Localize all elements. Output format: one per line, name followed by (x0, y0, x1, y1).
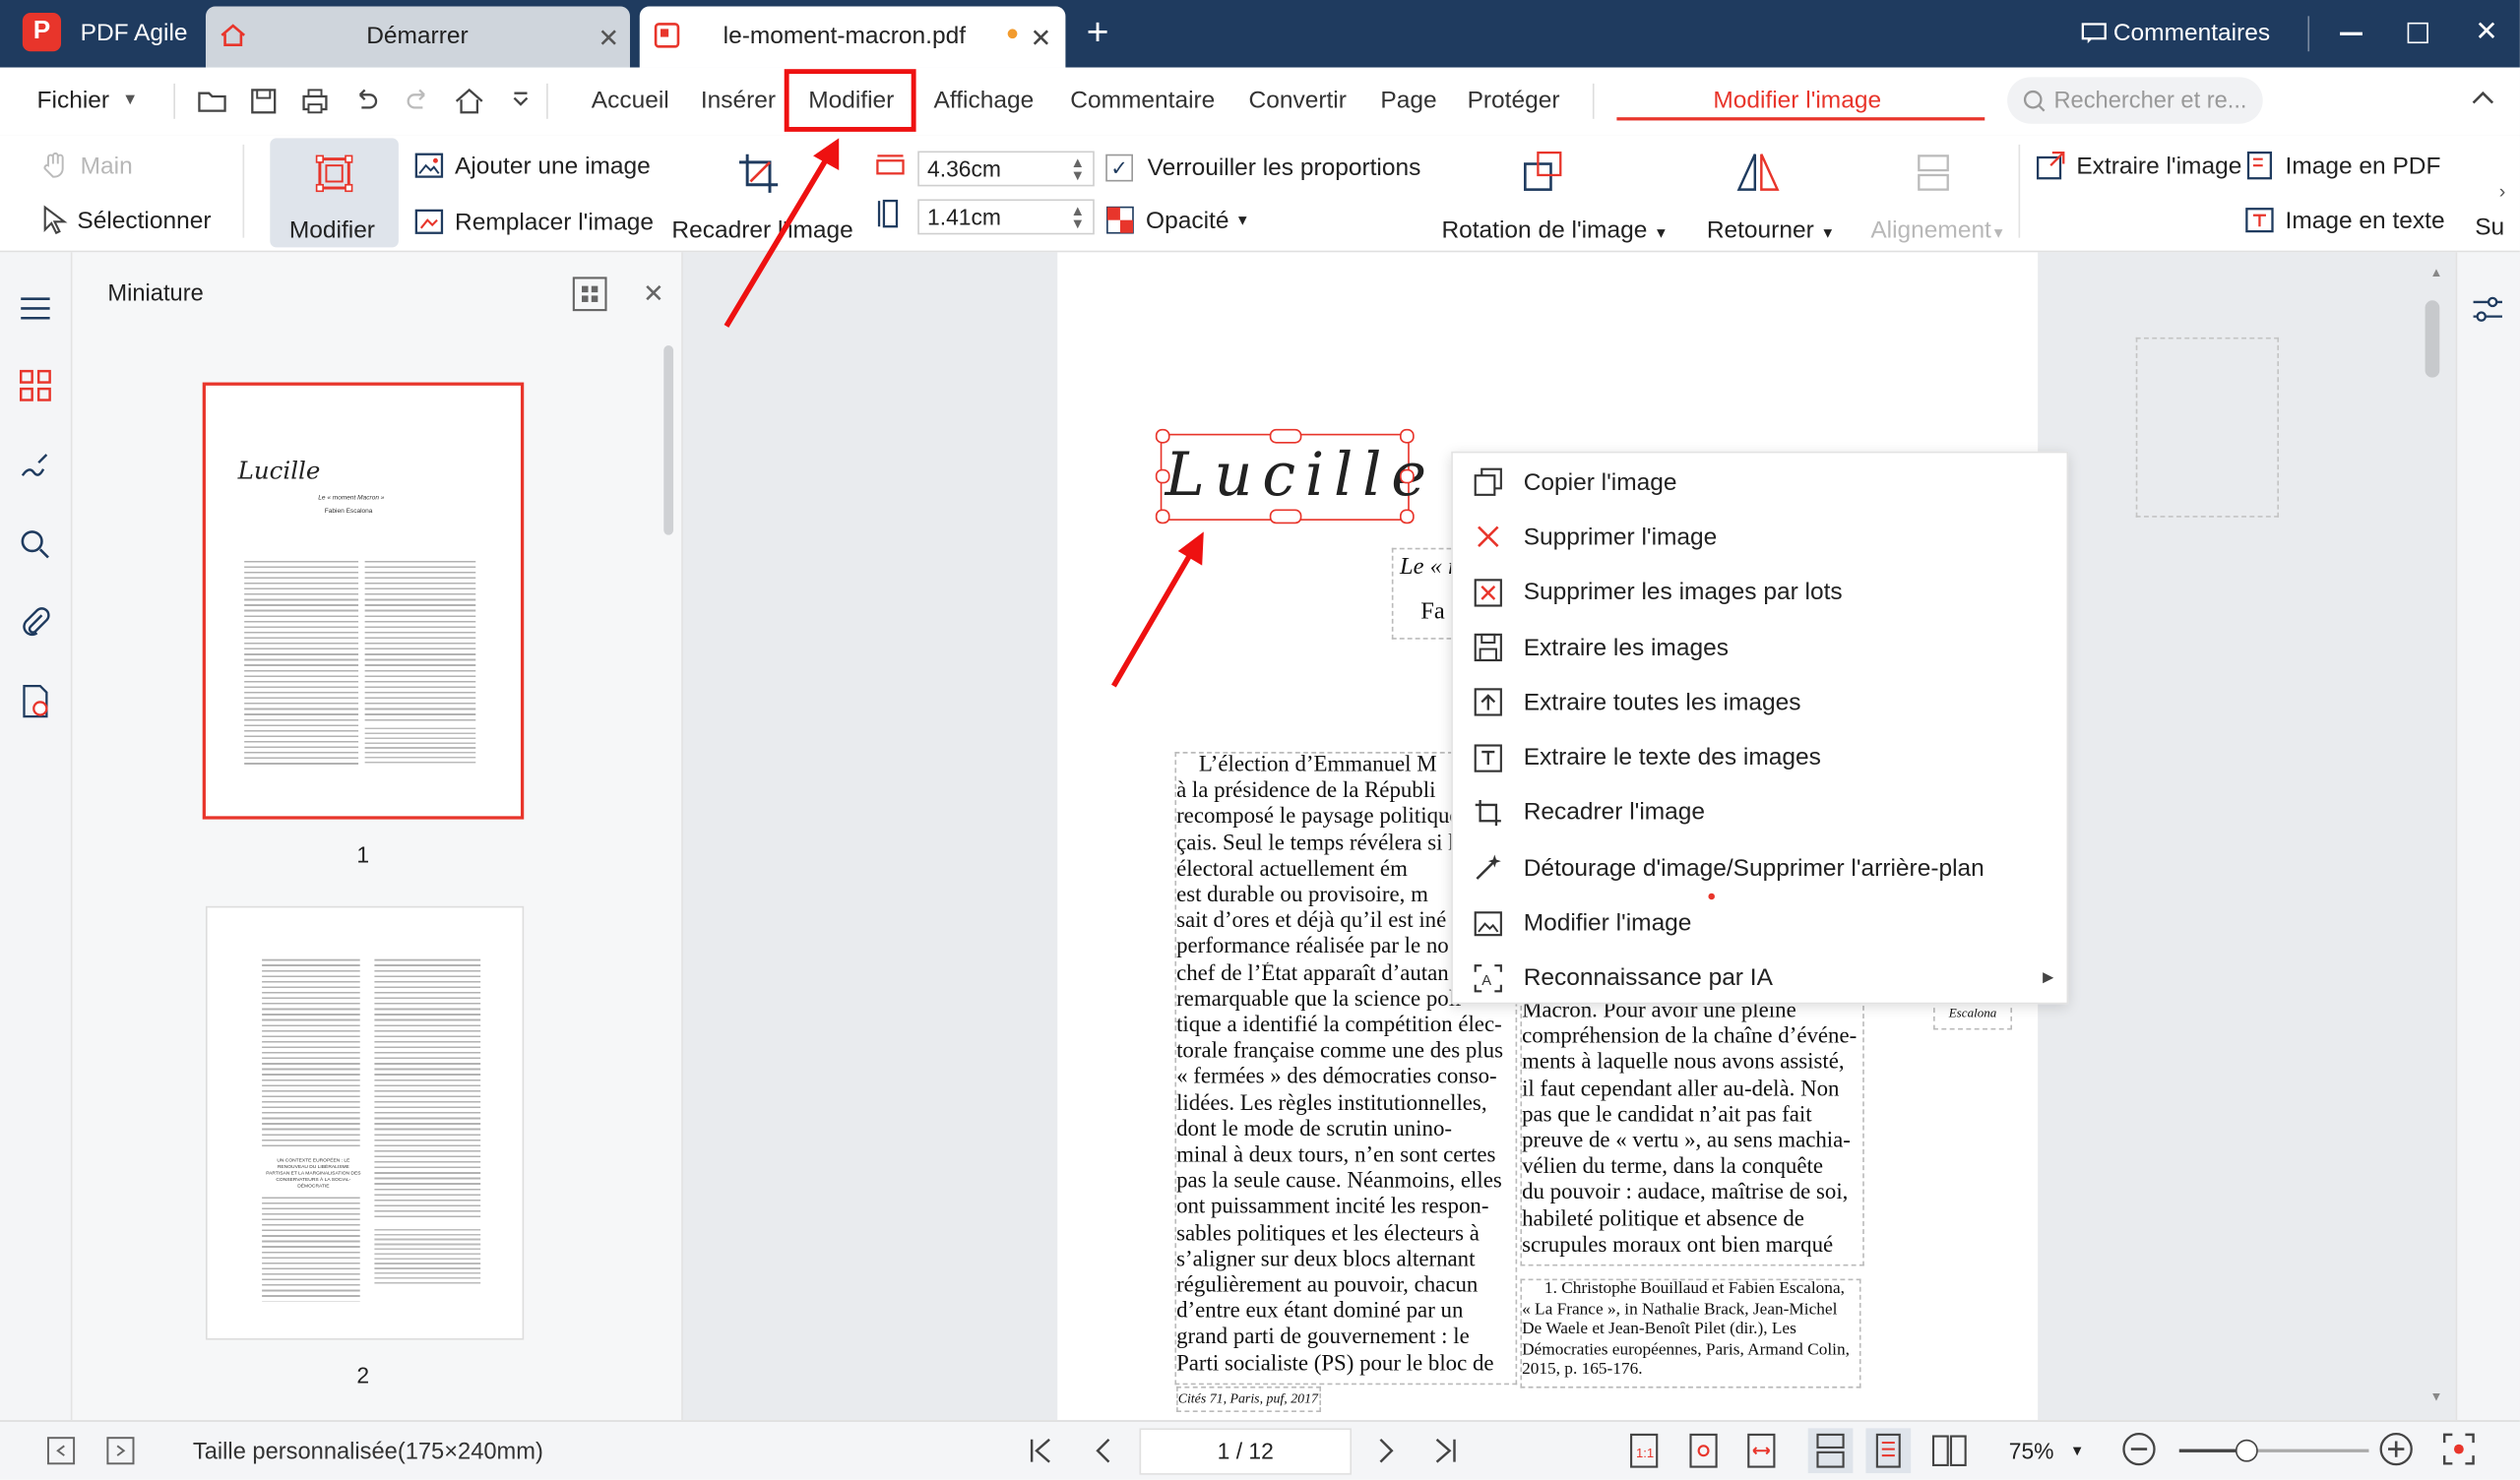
fullscreen-icon[interactable] (2441, 1432, 2477, 1467)
status-bar: Taille personnalisée(175×240mm) 1 / 12 1… (0, 1420, 2520, 1480)
app-window: P PDF Agile Démarrer ✕ le-moment-macron.… (0, 0, 2520, 1480)
page-size-label: Taille personnalisée(175×240mm) (192, 1439, 543, 1465)
zoom-slider-thumb[interactable] (2235, 1439, 2258, 1462)
single-page-view-button[interactable] (1865, 1428, 1912, 1474)
continuous-pages-icon (1813, 1433, 1849, 1468)
fit-page-icon[interactable] (1686, 1433, 1722, 1468)
two-page-view-icon[interactable] (1931, 1433, 1967, 1468)
zoom-out-icon[interactable] (2121, 1432, 2157, 1467)
svg-text:1:1: 1:1 (1636, 1446, 1654, 1460)
annotation-arrows (724, 138, 1204, 688)
chevron-down-icon: ▼ (2069, 1443, 2085, 1459)
next-page-icon[interactable] (1369, 1435, 1402, 1467)
last-page-icon[interactable] (1428, 1435, 1461, 1467)
continuous-view-button[interactable] (1807, 1428, 1854, 1474)
collapse-left-icon[interactable] (45, 1435, 78, 1467)
zoom-value: 75% (2008, 1438, 2054, 1464)
zoom-in-icon[interactable] (2378, 1432, 2414, 1467)
actual-size-icon[interactable]: 1:1 (1626, 1433, 1662, 1468)
zoom-dropdown[interactable]: 75% ▼ (2009, 1438, 2085, 1463)
page-number-input[interactable]: 1 / 12 (1139, 1428, 1353, 1475)
collapse-right-icon[interactable] (104, 1435, 137, 1467)
single-page-icon (1870, 1433, 1906, 1468)
first-page-icon[interactable] (1026, 1435, 1058, 1467)
fit-width-icon[interactable] (1743, 1433, 1779, 1468)
previous-page-icon[interactable] (1088, 1435, 1120, 1467)
